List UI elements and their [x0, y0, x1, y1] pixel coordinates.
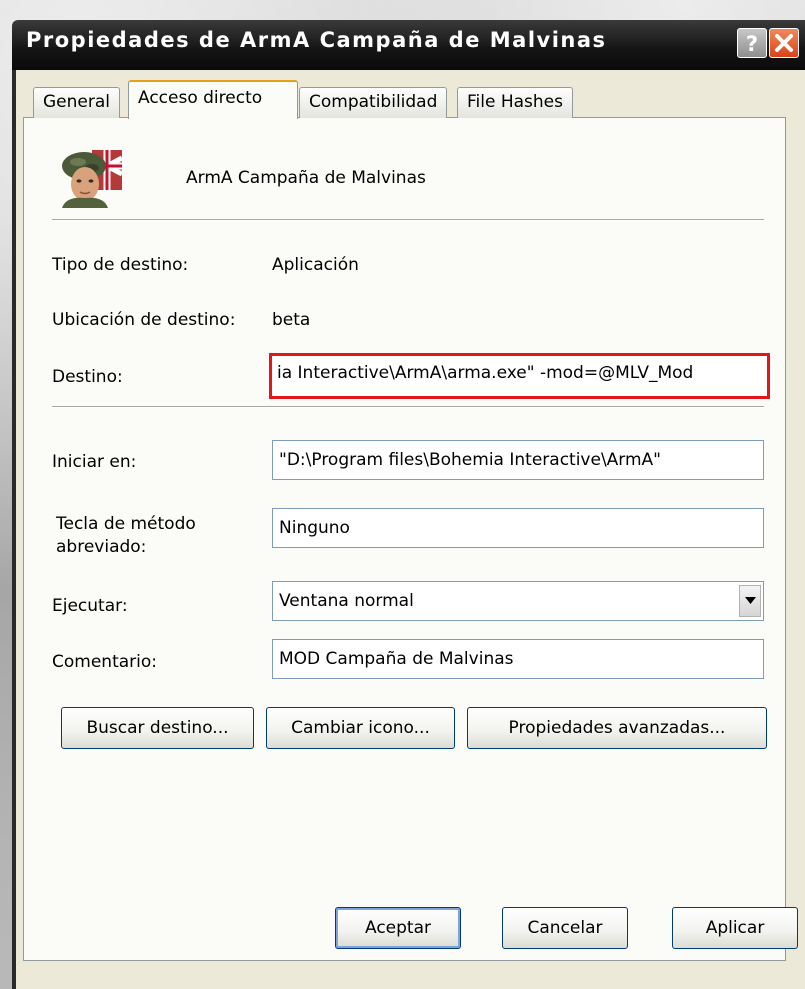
- find-target-button[interactable]: Buscar destino...: [61, 707, 254, 749]
- apply-button[interactable]: Aplicar: [672, 907, 798, 949]
- close-icon: [775, 34, 793, 52]
- run-select-value: Ventana normal: [279, 591, 414, 611]
- close-button[interactable]: [769, 28, 799, 58]
- comment-input[interactable]: MOD Campaña de Malvinas: [272, 639, 764, 679]
- title-bar[interactable]: Propiedades de ArmA Campaña de Malvinas …: [12, 20, 805, 70]
- window-title: Propiedades de ArmA Campaña de Malvinas: [26, 28, 607, 52]
- hotkey-label-line1: Tecla de método: [56, 514, 196, 534]
- ok-button[interactable]: Aceptar: [335, 907, 461, 949]
- tab-file-hashes[interactable]: File Hashes: [457, 87, 573, 118]
- svg-text:?: ?: [746, 32, 758, 56]
- soldier-portrait-icon: [62, 150, 124, 208]
- target-input[interactable]: ia Interactive\ArmA\arma.exe" -mod=@MLV_…: [269, 353, 770, 399]
- separator: [52, 219, 764, 221]
- target-type-label: Tipo de destino:: [52, 255, 189, 275]
- start-in-input[interactable]: "D:\Program files\Bohemia Interactive\Ar…: [272, 440, 764, 480]
- separator: [52, 406, 764, 408]
- cancel-button[interactable]: Cancelar: [502, 907, 628, 949]
- help-icon: ?: [746, 32, 758, 56]
- help-button[interactable]: ?: [737, 28, 767, 58]
- shortcut-name: ArmA Campaña de Malvinas: [186, 168, 426, 188]
- tab-general[interactable]: General: [33, 87, 120, 118]
- advanced-properties-button[interactable]: Propiedades avanzadas...: [467, 707, 767, 749]
- run-label: Ejecutar:: [52, 596, 128, 616]
- target-location-value: beta: [272, 310, 311, 330]
- tab-shortcut[interactable]: Acceso directo: [128, 80, 298, 119]
- target-type-value: Aplicación: [272, 255, 359, 275]
- tab-compatibility[interactable]: Compatibilidad: [299, 87, 448, 118]
- run-select[interactable]: Ventana normal: [272, 581, 764, 621]
- change-icon-button[interactable]: Cambiar icono...: [266, 707, 455, 749]
- target-location-label: Ubicación de destino:: [52, 310, 236, 330]
- dropdown-button[interactable]: [739, 585, 761, 617]
- target-label: Destino:: [52, 367, 123, 387]
- hotkey-label-line2: abreviado:: [56, 537, 147, 557]
- chevron-down-icon: [745, 597, 756, 604]
- start-in-label: Iniciar en:: [52, 452, 137, 472]
- hotkey-input[interactable]: Ninguno: [272, 508, 764, 548]
- comment-label: Comentario:: [52, 652, 157, 672]
